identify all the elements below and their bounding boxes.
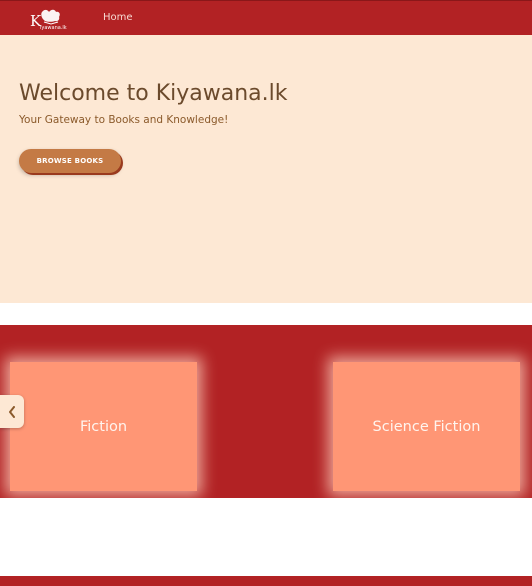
browse-books-button[interactable]: BROWSE BOOKS xyxy=(19,149,121,173)
hero-title: Welcome to Kiyawana.lk xyxy=(19,81,288,106)
carousel-prev-button[interactable] xyxy=(0,395,24,428)
category-card-fiction[interactable]: Fiction xyxy=(10,362,197,491)
category-card-science-fiction[interactable]: Science Fiction xyxy=(333,362,520,491)
chevron-left-icon xyxy=(9,405,15,418)
site-logo[interactable]: K iyawana.lk xyxy=(29,6,77,32)
nav-home-link[interactable]: Home xyxy=(103,12,133,24)
svg-text:iyawana.lk: iyawana.lk xyxy=(40,25,67,31)
category-label: Science Fiction xyxy=(372,418,481,435)
hero-section: Welcome to Kiyawana.lk Your Gateway to B… xyxy=(0,35,532,303)
top-navigation-bar: K iyawana.lk Home xyxy=(0,0,532,35)
categories-carousel: Fiction Science Fiction xyxy=(0,325,532,498)
hero-subtitle: Your Gateway to Books and Knowledge! xyxy=(19,114,229,126)
footer-strip xyxy=(0,576,532,586)
category-label: Fiction xyxy=(79,418,128,435)
